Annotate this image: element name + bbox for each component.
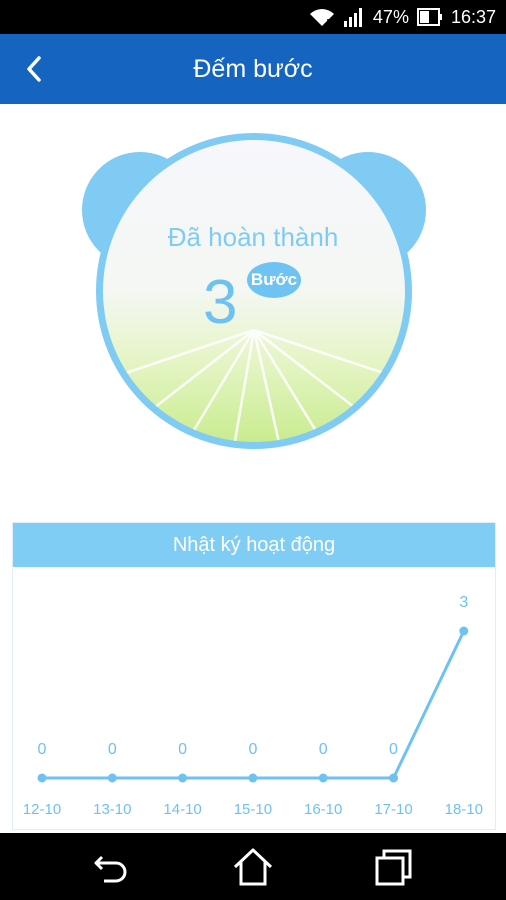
data-point — [318, 773, 328, 783]
x-tick-label: 17-10 — [374, 801, 412, 818]
data-label: 0 — [178, 741, 187, 758]
x-tick-label: 12-10 — [23, 801, 61, 818]
x-tick-label: 13-10 — [93, 801, 131, 818]
x-tick-label: 14-10 — [163, 801, 201, 818]
completed-label: Đã hoàn thành — [167, 222, 339, 252]
nav-bar — [0, 833, 506, 900]
signal-icon — [343, 7, 365, 27]
step-unit-badge: Bước — [247, 262, 301, 298]
back-arrow-icon — [94, 855, 127, 883]
data-label: 0 — [248, 741, 257, 758]
data-point — [178, 773, 188, 783]
data-label: 0 — [389, 741, 398, 758]
battery-icon — [416, 7, 443, 27]
app-bar: Đếm bước — [0, 34, 506, 104]
step-count: 3 — [203, 268, 238, 337]
nav-back-button[interactable] — [90, 845, 134, 889]
x-tick-label: 15-10 — [234, 801, 272, 818]
clock: 16:37 — [450, 7, 496, 27]
data-label: 0 — [38, 741, 47, 758]
data-label: 3 — [459, 594, 468, 611]
data-point — [389, 773, 398, 783]
page-title: Đếm bước — [193, 55, 313, 83]
data-point — [37, 773, 47, 783]
x-tick-label: 16-10 — [304, 801, 342, 818]
battery-percent: 47% — [372, 7, 409, 27]
step-progress-dial — [82, 133, 426, 449]
data-point — [248, 773, 258, 783]
data-point — [107, 773, 117, 783]
activity-chart: 0 12-10 0 13-10 0 14-10 0 15-10 0 16-10 0 17-10 3 18-… — [23, 594, 483, 818]
activity-log-panel: Nhật ký hoạt động 0 12-10 0 13-10 0 14-10 0 15-… — [12, 522, 496, 830]
status-bar: 47% 16:37 — [0, 0, 506, 34]
home-icon — [233, 848, 273, 886]
wifi-icon — [309, 7, 335, 27]
x-tick-label: 18-10 — [445, 801, 483, 818]
data-point — [459, 626, 469, 636]
data-label: 0 — [108, 741, 117, 758]
recent-apps-icon — [375, 849, 412, 886]
data-label: 0 — [319, 741, 328, 758]
status-icons: 47% 16:37 — [309, 0, 496, 34]
nav-home-button[interactable] — [231, 845, 275, 889]
nav-recent-button[interactable] — [372, 845, 416, 889]
